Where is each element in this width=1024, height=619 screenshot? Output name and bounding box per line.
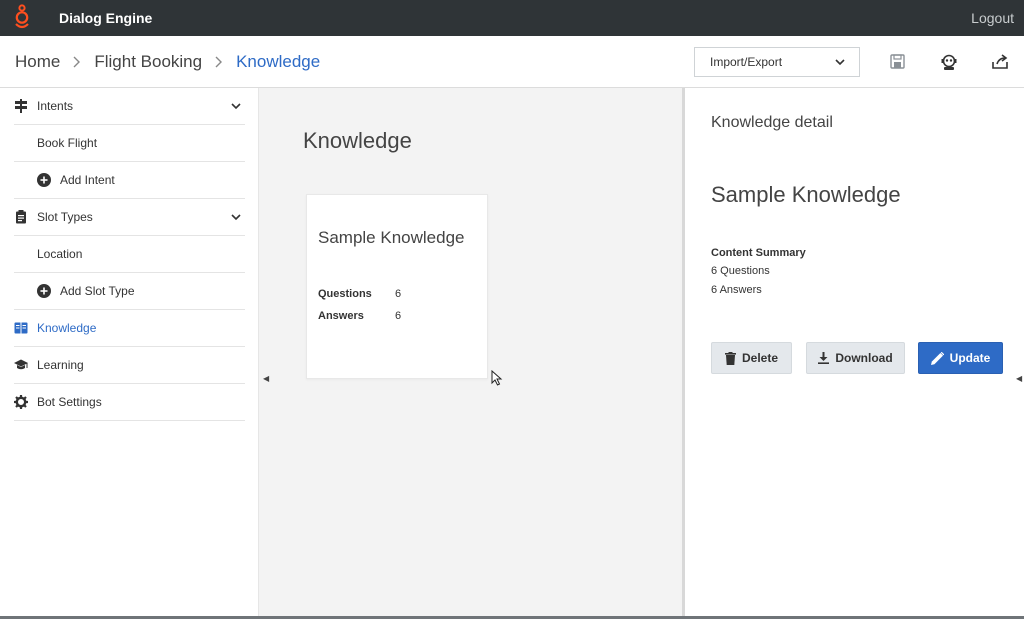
- sidebar-item-knowledge[interactable]: Knowledge: [14, 310, 245, 347]
- mouse-cursor-icon: [491, 370, 503, 386]
- chevron-right-icon: [215, 56, 223, 68]
- sidebar-item-label: Slot Types: [37, 210, 93, 224]
- content-summary-label: Content Summary: [711, 247, 806, 259]
- breadcrumb-bar: Home Flight Booking Knowledge Import/Exp…: [0, 36, 1024, 88]
- sidebar: Intents Book Flight Add Intent Slot Type…: [0, 88, 259, 619]
- sidebar-item-bot-settings[interactable]: Bot Settings: [14, 384, 245, 421]
- detail-title: Sample Knowledge: [711, 182, 901, 207]
- save-icon[interactable]: [889, 53, 907, 71]
- sidebar-item-learning[interactable]: Learning: [14, 347, 245, 384]
- app-title: Dialog Engine: [59, 10, 153, 26]
- knowledge-card[interactable]: Sample Knowledge Questions 6 Answers 6: [306, 194, 488, 379]
- top-bar: Dialog Engine Logout: [0, 0, 1024, 36]
- clipboard-icon: [14, 210, 28, 224]
- signpost-icon: [14, 99, 28, 113]
- summary-answers: 6 Answers: [711, 284, 762, 296]
- sidebar-item-label: Book Flight: [37, 136, 98, 150]
- answers-value: 6: [395, 310, 402, 322]
- questions-label: Questions: [318, 288, 372, 300]
- breadcrumb-bot[interactable]: Flight Booking: [94, 52, 202, 72]
- sidebar-item-book-flight[interactable]: Book Flight: [14, 125, 245, 162]
- answers-label: Answers: [318, 310, 364, 322]
- summary-questions: 6 Questions: [711, 265, 770, 277]
- sidebar-item-slot-types[interactable]: Slot Types: [14, 199, 245, 236]
- download-icon: [818, 352, 830, 364]
- sidebar-item-label: Knowledge: [37, 321, 97, 335]
- update-button[interactable]: Update: [918, 342, 1003, 374]
- update-label: Update: [949, 351, 991, 365]
- plus-circle-icon: [37, 173, 51, 187]
- main-panel: Knowledge Sample Knowledge Questions 6 A…: [259, 88, 682, 619]
- test-bot-icon[interactable]: [940, 53, 958, 71]
- sidebar-item-label: Intents: [37, 99, 74, 113]
- trash-icon: [724, 351, 736, 365]
- sidebar-item-label: Learning: [37, 358, 84, 372]
- sidebar-item-label: Add Intent: [60, 173, 115, 187]
- breadcrumb: Home Flight Booking Knowledge: [15, 52, 320, 72]
- pencil-icon: [930, 351, 944, 365]
- add-intent-button[interactable]: Add Intent: [14, 162, 245, 199]
- import-export-label: Import/Export: [710, 55, 783, 69]
- download-button[interactable]: Download: [806, 342, 905, 374]
- page-title: Knowledge: [303, 128, 412, 153]
- questions-value: 6: [395, 288, 402, 300]
- chevron-right-icon: [73, 56, 81, 68]
- sidebar-item-label: Add Slot Type: [60, 284, 135, 298]
- graduation-cap-icon: [14, 358, 28, 372]
- collapse-sidebar-icon[interactable]: ◀: [263, 374, 269, 383]
- chevron-down-icon[interactable]: [231, 101, 241, 111]
- breadcrumb-current: Knowledge: [236, 52, 321, 71]
- knowledge-card-title: Sample Knowledge: [318, 228, 465, 247]
- book-icon: [14, 321, 28, 335]
- genesys-logo-icon: [15, 4, 29, 29]
- chevron-down-icon: [835, 58, 845, 65]
- knowledge-card-answers: Answers 6: [318, 310, 401, 322]
- plus-circle-icon: [37, 284, 51, 298]
- delete-button[interactable]: Delete: [711, 342, 792, 374]
- breadcrumb-home[interactable]: Home: [15, 52, 60, 72]
- gear-icon: [14, 395, 28, 409]
- knowledge-card-questions: Questions 6: [318, 288, 401, 300]
- sidebar-item-label: Bot Settings: [37, 395, 102, 409]
- add-slot-type-button[interactable]: Add Slot Type: [14, 273, 245, 310]
- sidebar-item-location[interactable]: Location: [14, 236, 245, 273]
- sidebar-item-intents[interactable]: Intents: [14, 88, 245, 125]
- download-label: Download: [835, 351, 893, 365]
- chevron-down-icon[interactable]: [231, 212, 241, 222]
- knowledge-detail-panel: Knowledge detail Sample Knowledge Conten…: [685, 88, 1024, 619]
- detail-heading: Knowledge detail: [711, 114, 833, 131]
- import-export-dropdown[interactable]: Import/Export: [694, 47, 860, 77]
- collapse-detail-icon[interactable]: ◀: [1016, 374, 1022, 383]
- publish-icon[interactable]: [991, 53, 1009, 71]
- logout-link[interactable]: Logout: [971, 10, 1014, 26]
- sidebar-item-label: Location: [37, 247, 83, 261]
- delete-label: Delete: [741, 351, 779, 365]
